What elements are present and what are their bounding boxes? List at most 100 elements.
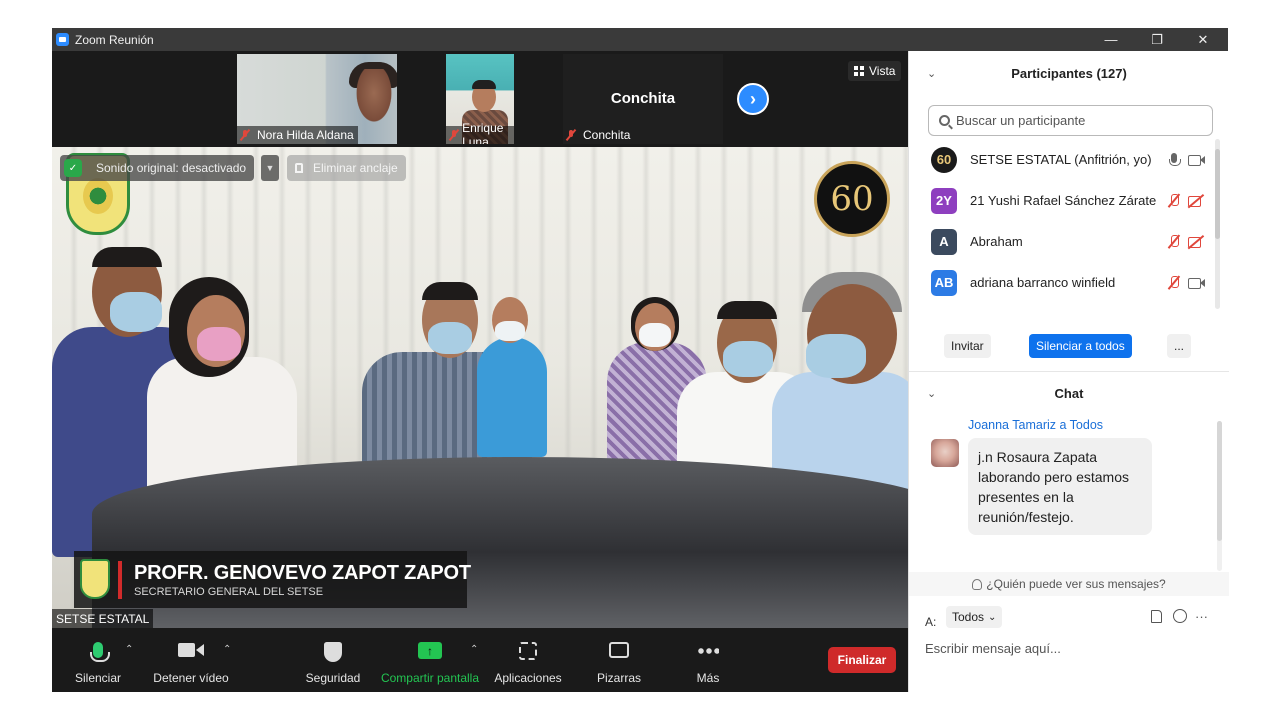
microphone-icon[interactable] — [1167, 152, 1181, 168]
meeting-toolbar: Silenciar ⌃ Detener vídeo ⌃ Seguridad ↑ … — [52, 628, 908, 692]
recipient-value: Todos — [952, 610, 985, 624]
chat-header[interactable]: ⌄ Chat — [909, 382, 1229, 404]
participant-thumbnail[interactable]: Nora Hilda Aldana — [237, 54, 397, 144]
grid-view-icon — [854, 66, 864, 76]
shield-check-icon: ✓ — [64, 159, 82, 177]
participant-row[interactable] — [909, 303, 1221, 307]
thumbnail-name: Conchita — [583, 128, 631, 142]
stop-video-label: Detener vídeo — [153, 671, 229, 685]
more-button[interactable]: Más — [688, 628, 728, 692]
video-person — [495, 321, 525, 341]
meeting-area: Nora Hilda Aldana Enrique Luna Conchita … — [52, 51, 908, 692]
view-button[interactable]: Vista — [848, 61, 902, 81]
main-video[interactable]: 60 ✓ Sonido original: desactivado ▼ Elim… — [52, 147, 908, 628]
participant-row[interactable]: 60 SETSE ESTATAL (Anfitrión, yo) — [909, 139, 1221, 180]
whiteboards-button[interactable]: Pizarras — [594, 628, 644, 692]
microphone-muted-icon[interactable] — [1167, 193, 1181, 209]
share-screen-button[interactable]: ↑ Compartir pantalla — [380, 628, 480, 692]
participant-row[interactable]: AB adriana barranco winfield — [909, 262, 1221, 303]
end-meeting-button[interactable]: Finalizar — [828, 647, 896, 673]
stop-video-button[interactable]: Detener vídeo — [150, 628, 232, 692]
participant-search-input[interactable] — [956, 113, 1196, 128]
whiteboard-icon — [609, 642, 629, 658]
setse-badge-icon — [80, 559, 110, 599]
whiteboards-label: Pizarras — [596, 671, 641, 685]
chat-message-input[interactable] — [925, 637, 1215, 659]
microphone-icon — [90, 642, 110, 662]
thumbnail-name-bar: Nora Hilda Aldana — [237, 126, 358, 144]
video-person — [422, 282, 478, 300]
speaker-full-name: PROFR. GENOVEVO ZAPOT ZAPOT — [134, 562, 471, 584]
video-person — [639, 323, 671, 347]
chevron-down-icon[interactable]: ▼ — [261, 155, 279, 181]
video-person — [428, 322, 472, 354]
divider — [118, 561, 122, 599]
video-person — [806, 334, 866, 378]
mute-all-button[interactable]: Silenciar a todos — [1029, 334, 1132, 358]
next-page-arrow-icon[interactable]: › — [737, 83, 769, 115]
participant-search[interactable] — [928, 105, 1213, 136]
participants-scrollbar[interactable] — [1215, 139, 1220, 309]
microphone-muted-icon[interactable] — [1167, 234, 1181, 250]
share-screen-label: Compartir pantalla — [380, 671, 480, 685]
chat-scrollbar[interactable] — [1217, 421, 1222, 571]
avatar — [931, 439, 959, 467]
emoji-icon[interactable] — [1173, 609, 1187, 623]
video-person — [477, 337, 547, 457]
participant-row[interactable]: A Abraham — [909, 221, 1221, 262]
view-label: Vista — [869, 64, 896, 78]
chevron-down-icon[interactable]: ⌄ — [927, 67, 936, 80]
participant-name: Abraham — [970, 234, 1023, 249]
video-camera-icon[interactable] — [1188, 153, 1206, 167]
unpin-button[interactable]: Eliminar anclaje — [287, 155, 406, 181]
participant-list: 60 SETSE ESTATAL (Anfitrión, yo) 2Y 21 Y… — [909, 139, 1221, 307]
person-icon — [972, 578, 983, 590]
restore-button[interactable]: ❐ — [1134, 28, 1180, 51]
security-label: Seguridad — [305, 671, 361, 685]
chat-message: j.n Rosaura Zapata laborando pero estamo… — [968, 438, 1152, 535]
minimize-button[interactable]: — — [1088, 28, 1134, 51]
chevron-up-icon[interactable]: ⌃ — [470, 644, 478, 655]
participants-header[interactable]: ⌄ Participantes (127) — [909, 62, 1229, 84]
share-screen-icon: ↑ — [418, 642, 442, 659]
chevron-down-icon: ⌄ — [988, 611, 997, 623]
thumbnail-name-bar: Enrique Luna — [446, 121, 514, 144]
participants-title: Participantes (127) — [1011, 65, 1127, 81]
mute-button[interactable]: Silenciar — [70, 628, 126, 692]
pin-icon — [295, 163, 303, 173]
participant-thumbnail[interactable]: Enrique Luna — [446, 54, 514, 144]
speaker-role: SECRETARIO GENERAL DEL SETSE — [134, 586, 324, 598]
video-camera-icon — [178, 642, 204, 658]
apps-label: Aplicaciones — [494, 671, 562, 685]
participant-thumbnail[interactable]: Conchita Conchita — [563, 54, 723, 144]
thumbnail-video — [352, 69, 396, 129]
avatar: 60 — [931, 146, 957, 173]
chat-sender[interactable]: Joanna Tamariz a Todos — [968, 418, 1103, 432]
shield-icon — [324, 642, 342, 662]
apps-button[interactable]: Aplicaciones — [493, 628, 563, 692]
chevron-up-icon[interactable]: ⌃ — [223, 644, 231, 655]
recipient-select[interactable]: Todos ⌄ — [946, 606, 1003, 628]
mic-muted-icon — [448, 129, 457, 141]
chevron-down-icon[interactable]: ⌄ — [927, 387, 936, 400]
avatar: A — [931, 228, 957, 255]
file-icon[interactable] — [1151, 610, 1162, 623]
participant-row[interactable]: 2Y 21 Yushi Rafael Sánchez Zárate — [909, 180, 1221, 221]
mute-label: Silenciar — [74, 671, 122, 685]
who-can-see-link[interactable]: ¿Quién puede ver sus mensajes? — [909, 572, 1229, 596]
original-sound-toggle[interactable]: ✓ Sonido original: desactivado — [60, 155, 255, 181]
thumbnail-name: Nora Hilda Aldana — [257, 128, 354, 142]
video-camera-icon[interactable] — [1188, 276, 1206, 290]
video-off-icon[interactable] — [1188, 235, 1206, 249]
avatar: 2Y — [931, 187, 957, 214]
video-off-icon[interactable] — [1188, 194, 1206, 208]
chevron-up-icon[interactable]: ⌃ — [125, 644, 133, 655]
more-dots-icon[interactable]: ··· — [1195, 609, 1208, 624]
security-button[interactable]: Seguridad — [304, 628, 362, 692]
participants-more-button[interactable]: ... — [1167, 334, 1191, 358]
microphone-muted-icon[interactable] — [1167, 275, 1181, 291]
close-button[interactable]: ✕ — [1180, 28, 1226, 51]
original-sound-label: Sonido original: desactivado — [96, 161, 247, 175]
invite-button[interactable]: Invitar — [944, 334, 991, 358]
participant-name: 21 Yushi Rafael Sánchez Zárate — [970, 193, 1157, 208]
